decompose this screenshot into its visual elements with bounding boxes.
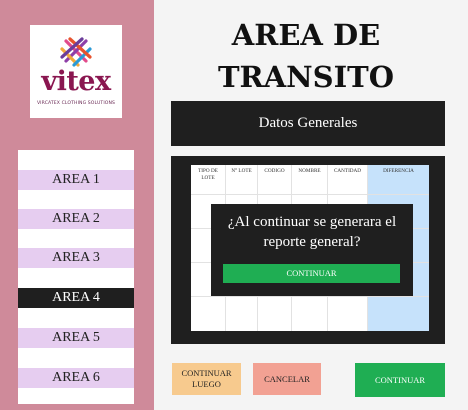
column-header: TIPO DE LOTE — [198, 168, 218, 181]
sidebar-item-area-4[interactable]: AREA 4 — [18, 288, 134, 308]
sidebar: vitex VIRCATEX CLOTHING SOLUTIONS AREA 1… — [0, 0, 154, 410]
datos-generales-button[interactable]: Datos Generales — [171, 101, 445, 146]
column-header: N° LOTE — [231, 168, 252, 174]
dialog-continue-button[interactable]: CONTINUAR — [223, 264, 400, 283]
column-header: DIFERENCIA — [383, 168, 414, 174]
logo-tagline: VIRCATEX CLOTHING SOLUTIONS — [36, 101, 116, 106]
sidebar-item-area-5[interactable]: AREA 5 — [18, 328, 134, 348]
column-header: CANTIDAD — [333, 168, 362, 174]
row-divider — [191, 194, 429, 195]
sidebar-item-area-3[interactable]: AREA 3 — [18, 248, 134, 268]
sidebar-item-area-6[interactable]: AREA 6 — [18, 368, 134, 388]
area-list: AREA 1 AREA 2 AREA 3 AREA 4 AREA 5 AREA … — [18, 150, 134, 404]
row-divider — [191, 296, 429, 297]
sidebar-item-area-2[interactable]: AREA 2 — [18, 209, 134, 229]
woven-logo-icon — [60, 37, 92, 67]
cancel-button[interactable]: CANCELAR — [253, 363, 321, 395]
vitex-logo: vitex VIRCATEX CLOTHING SOLUTIONS — [30, 25, 122, 118]
sidebar-item-area-1[interactable]: AREA 1 — [18, 170, 134, 190]
logo-wordmark: vitex — [41, 66, 111, 97]
confirm-dialog: ¿Al continuar se generara el reporte gen… — [211, 204, 413, 296]
continue-later-button[interactable]: CONTINUAR LUEGO — [172, 363, 241, 395]
column-header: CODIGO — [264, 168, 285, 174]
page-title: AREA DE TRANSITO — [217, 18, 395, 94]
continue-button[interactable]: CONTINUAR — [355, 363, 445, 397]
column-header: NOMBRE — [298, 168, 321, 174]
dialog-message: ¿Al continuar se generara el reporte gen… — [227, 214, 397, 250]
